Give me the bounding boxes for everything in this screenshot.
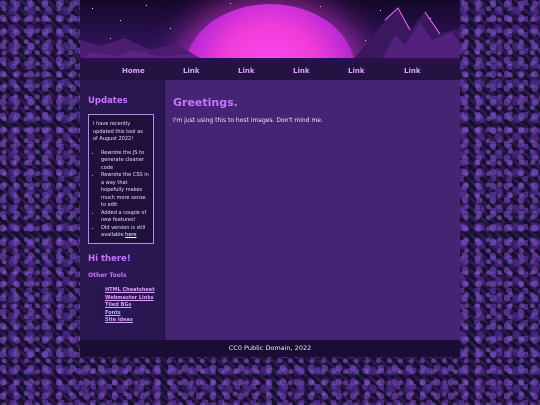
updates-list: Rewrote the JS to generate cleaner code … (93, 150, 149, 240)
mountains-graphic (80, 7, 460, 63)
tool-link-html-cheatsheet[interactable]: HTML Cheatsheet (105, 287, 155, 293)
header-banner-image (80, 0, 460, 63)
footer: CC0 Public Domain, 2022 (80, 340, 460, 357)
updates-list-item: Rewrote the JS to generate cleaner code (101, 150, 149, 173)
tools-list-item: Fonts (105, 310, 155, 318)
main-content: Greetings. I'm just using this to host i… (165, 80, 460, 340)
nav-link-5[interactable]: Link (404, 67, 421, 75)
tools-list: HTML Cheatsheet Webmaster Links Tiled BG… (94, 287, 155, 325)
page-title: Greetings. (173, 96, 238, 109)
sidebar: Updates I have recently updated this too… (80, 80, 164, 340)
tools-list-item: HTML Cheatsheet (105, 287, 155, 295)
updates-intro: I have recently updated this tool as of … (93, 121, 143, 142)
intro-text: I'm just using this to host images. Don'… (173, 117, 323, 124)
nav-link-1[interactable]: Link (183, 67, 200, 75)
tool-link-webmaster-links[interactable]: Webmaster Links (105, 295, 154, 301)
page-container: Home Link Link Link Link Link Updates I … (80, 0, 460, 357)
tool-link-site-ideas[interactable]: Site ideas (105, 317, 133, 323)
tools-list-item: Webmaster Links (105, 295, 155, 303)
updates-heading: Updates (88, 96, 128, 106)
updates-list-item: Old version is still available here (101, 225, 149, 240)
hi-there-heading: Hi there! (88, 254, 131, 264)
top-nav: Home Link Link Link Link Link (80, 63, 460, 80)
tool-link-tiled-bgs[interactable]: Tiled BGs (105, 302, 131, 308)
updates-list-item: Rewrote the CSS in a way that hopefully … (101, 172, 149, 210)
nav-link-3[interactable]: Link (293, 67, 310, 75)
nav-link-4[interactable]: Link (348, 67, 365, 75)
footer-text: CC0 Public Domain, 2022 (228, 344, 312, 352)
updates-list-item: Added a couple of new features! (101, 210, 149, 225)
tools-list-item: Site ideas (105, 317, 155, 325)
other-tools-heading: Other Tools (88, 272, 127, 279)
old-version-text: Old version is still available (101, 224, 146, 239)
old-version-link[interactable]: here (125, 232, 136, 238)
tools-list-item: Tiled BGs (105, 302, 155, 310)
nav-link-2[interactable]: Link (238, 67, 255, 75)
tool-link-fonts[interactable]: Fonts (105, 310, 121, 316)
nav-home-link[interactable]: Home (122, 67, 145, 75)
updates-box: I have recently updated this tool as of … (88, 114, 154, 244)
